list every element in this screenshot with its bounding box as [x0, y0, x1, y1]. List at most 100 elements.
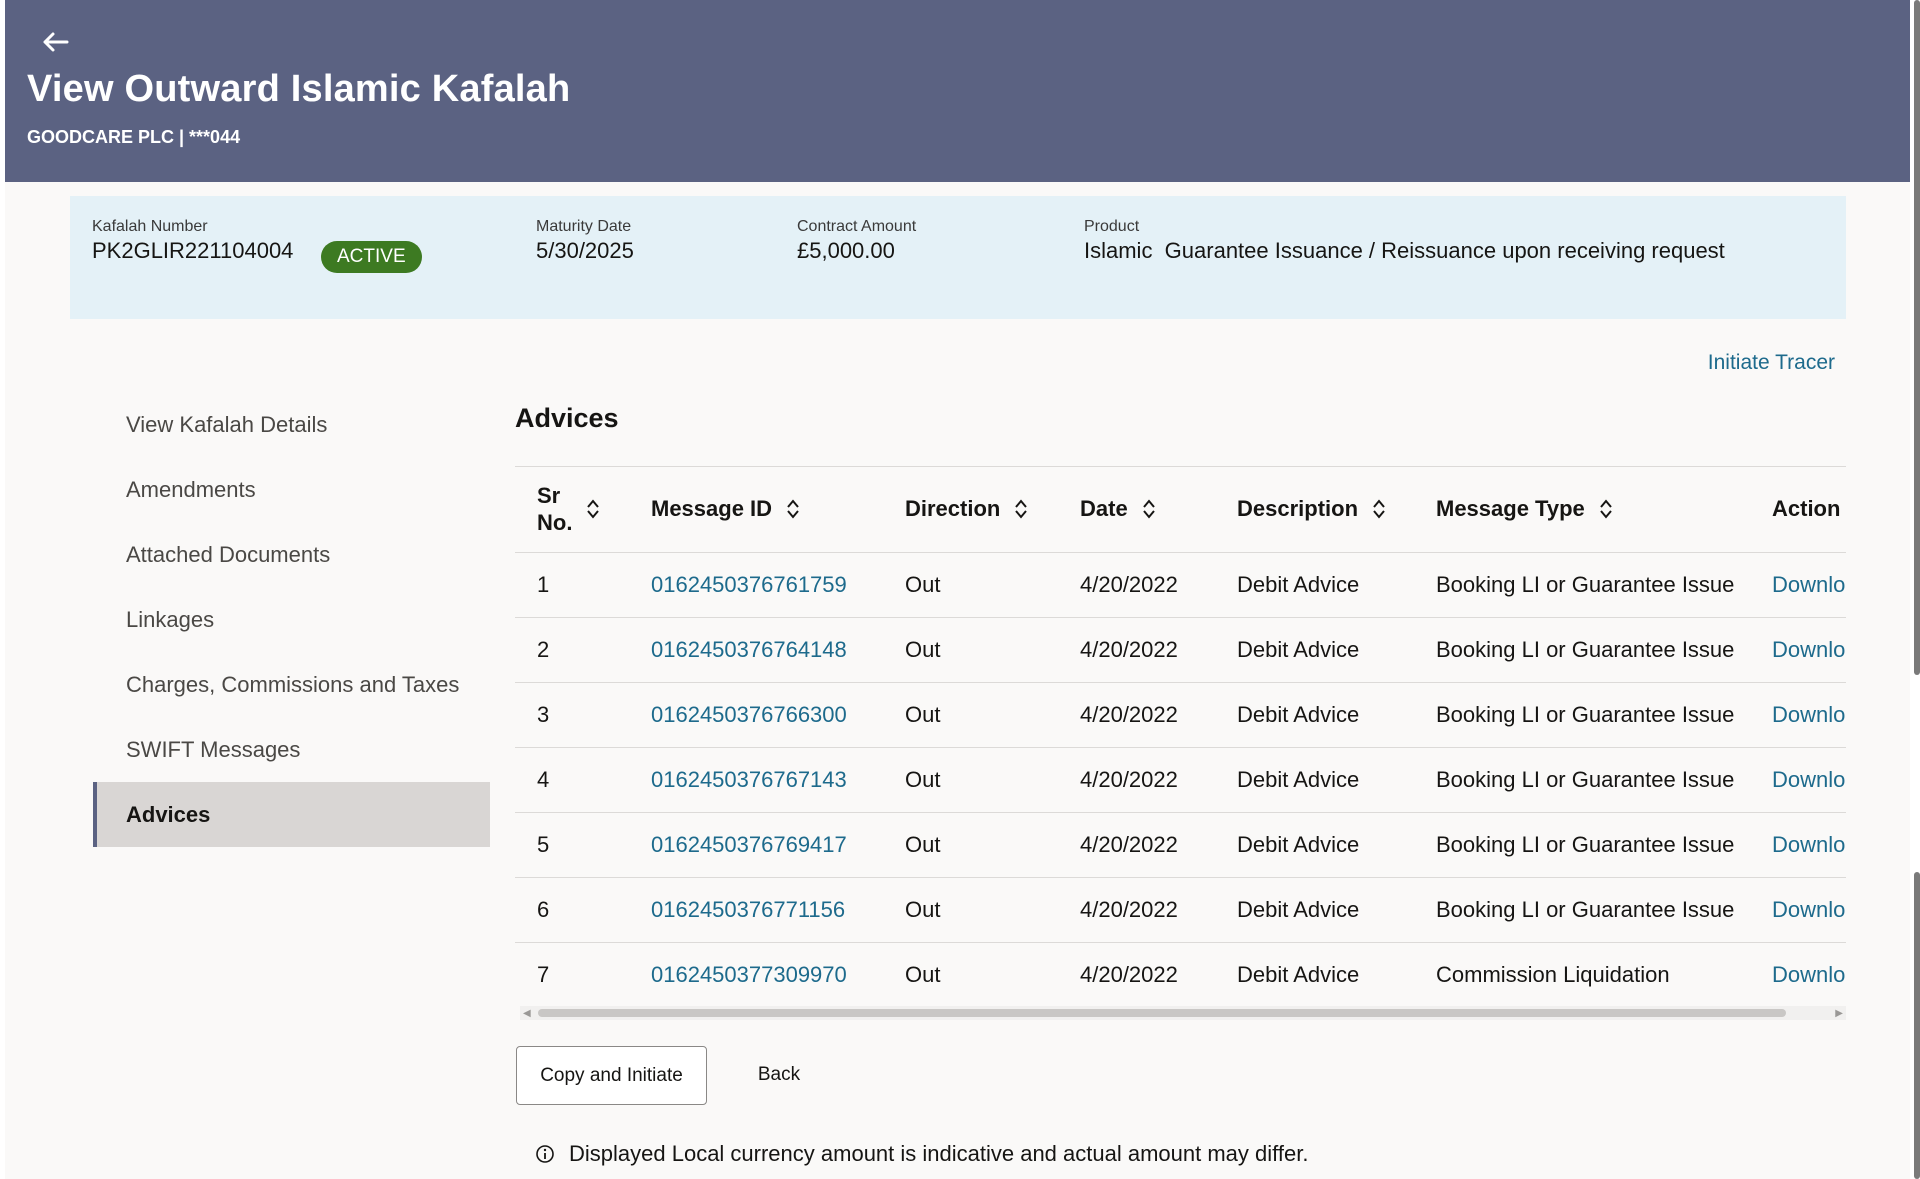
description-cell: Debit Advice [1215, 681, 1414, 747]
col-direction-label: Direction [905, 496, 1001, 522]
message-type-cell: Commission Liquidation [1414, 941, 1750, 1007]
vertical-scrollbar-thumb[interactable] [1914, 0, 1920, 675]
direction-cell: Out [883, 616, 1058, 682]
vertical-scrollbar-thumb-lower[interactable] [1914, 872, 1920, 1179]
message-id-link[interactable]: 0162450376761759 [629, 551, 883, 617]
direction-cell: Out [883, 941, 1058, 1007]
col-sr-no: Sr No. [515, 467, 629, 552]
col-date-label: Date [1080, 496, 1128, 522]
maturity-date-label: Maturity Date [536, 218, 632, 235]
message-id-link[interactable]: 0162450376766300 [629, 681, 883, 747]
date-cell: 4/20/2022 [1058, 941, 1215, 1007]
message-type-cell: Booking LI or Guarantee Issue [1414, 746, 1750, 812]
sort-icon[interactable] [1599, 498, 1613, 520]
message-id-link[interactable]: 0162450376769417 [629, 811, 883, 877]
message-id-link[interactable]: 0162450376771156 [629, 876, 883, 942]
col-description-label: Description [1237, 496, 1359, 522]
sidebar-item-advices[interactable]: Advices [93, 782, 490, 847]
col-message-type: Message Type [1414, 467, 1750, 552]
advices-table: Sr No. Message ID Direction Date Descrip… [515, 466, 1846, 1018]
sidebar-item-amendments[interactable]: Amendments [93, 457, 490, 522]
contract-amount-label: Contract Amount [797, 218, 917, 235]
initiate-tracer-link[interactable]: Initiate Tracer [1708, 351, 1835, 375]
date-cell: 4/20/2022 [1058, 551, 1215, 617]
message-id-link[interactable]: 0162450376764148 [629, 616, 883, 682]
sidebar-item-swift-messages[interactable]: SWIFT Messages [93, 717, 490, 782]
scroll-left-icon[interactable]: ◀ [523, 1008, 531, 1019]
description-cell: Debit Advice [1215, 551, 1414, 617]
download-link[interactable]: Download [1750, 811, 1846, 877]
col-message-type-label: Message Type [1436, 496, 1585, 522]
table-row: 1 0162450376761759 Out 4/20/2022 Debit A… [515, 551, 1846, 617]
scrollbar-thumb[interactable] [538, 1009, 1786, 1017]
copy-and-initiate-button[interactable]: Copy and Initiate [516, 1046, 707, 1105]
col-sr-no-label-2: No. [537, 510, 573, 536]
date-cell: 4/20/2022 [1058, 876, 1215, 942]
scroll-right-icon[interactable]: ▶ [1835, 1008, 1843, 1019]
message-type-cell: Booking LI or Guarantee Issue [1414, 616, 1750, 682]
table-row: 3 0162450376766300 Out 4/20/2022 Debit A… [515, 681, 1846, 747]
message-id-link[interactable]: 0162450377309970 [629, 941, 883, 1007]
direction-cell: Out [883, 551, 1058, 617]
sidebar-item-view-kafalah-details[interactable]: View Kafalah Details [93, 392, 490, 457]
download-link[interactable]: Download [1750, 681, 1846, 747]
date-cell: 4/20/2022 [1058, 681, 1215, 747]
message-type-cell: Booking LI or Guarantee Issue [1414, 551, 1750, 617]
message-type-cell: Booking LI or Guarantee Issue [1414, 681, 1750, 747]
sidebar-item-attached-documents[interactable]: Attached Documents [93, 522, 490, 587]
date-cell: 4/20/2022 [1058, 616, 1215, 682]
direction-cell: Out [883, 811, 1058, 877]
page-header: View Outward Islamic Kafalah GOODCARE PL… [5, 0, 1910, 182]
download-link[interactable]: Download [1750, 551, 1846, 617]
info-icon [536, 1145, 554, 1163]
download-link[interactable]: Download [1750, 941, 1846, 1007]
sort-icon[interactable] [1014, 498, 1028, 520]
description-cell: Debit Advice [1215, 616, 1414, 682]
sort-icon[interactable] [586, 498, 600, 520]
col-message-id: Message ID [629, 467, 883, 552]
sort-icon[interactable] [1142, 498, 1156, 520]
message-type-cell: Booking LI or Guarantee Issue [1414, 876, 1750, 942]
page: View Outward Islamic Kafalah GOODCARE PL… [5, 0, 1910, 1179]
sr-no-cell: 1 [515, 551, 629, 617]
kafalah-number-label: Kafalah Number [92, 218, 208, 235]
message-id-link[interactable]: 0162450376767143 [629, 746, 883, 812]
table-row: 2 0162450376764148 Out 4/20/2022 Debit A… [515, 616, 1846, 682]
download-link[interactable]: Download [1750, 616, 1846, 682]
horizontal-scrollbar[interactable]: ◀ ▶ [520, 1006, 1846, 1020]
description-cell: Debit Advice [1215, 746, 1414, 812]
page-subtitle: GOODCARE PLC | ***044 [27, 127, 241, 147]
direction-cell: Out [883, 681, 1058, 747]
side-nav: View Kafalah Details Amendments Attached… [93, 392, 490, 847]
table-row: 4 0162450376767143 Out 4/20/2022 Debit A… [515, 746, 1846, 812]
status-badge: ACTIVE [321, 241, 422, 273]
sidebar-item-linkages[interactable]: Linkages [93, 587, 490, 652]
date-cell: 4/20/2022 [1058, 811, 1215, 877]
sr-no-cell: 5 [515, 811, 629, 877]
message-type-cell: Booking LI or Guarantee Issue [1414, 811, 1750, 877]
col-message-id-label: Message ID [651, 496, 773, 522]
sort-icon[interactable] [786, 498, 800, 520]
description-cell: Debit Advice [1215, 876, 1414, 942]
sidebar-item-charges[interactable]: Charges, Commissions and Taxes [93, 652, 490, 717]
kafalah-number: PK2GLIR221104004 [92, 238, 294, 263]
disclaimer-note: Displayed Local currency amount is indic… [535, 1141, 1308, 1167]
table-row: 7 0162450377309970 Out 4/20/2022 Debit A… [515, 941, 1846, 1007]
section-title: Advices [515, 403, 619, 433]
back-button[interactable]: Back [741, 1046, 817, 1105]
page-title: View Outward Islamic Kafalah [27, 68, 571, 110]
download-link[interactable]: Download [1750, 876, 1846, 942]
back-arrow-icon[interactable] [37, 26, 73, 58]
table-header-row: Sr No. Message ID Direction Date Descrip… [515, 467, 1846, 552]
date-cell: 4/20/2022 [1058, 746, 1215, 812]
disclaimer-text: Displayed Local currency amount is indic… [569, 1141, 1309, 1166]
direction-cell: Out [883, 876, 1058, 942]
sr-no-cell: 6 [515, 876, 629, 942]
product: Islamic Guarantee Issuance / Reissuance … [1084, 238, 1725, 263]
description-cell: Debit Advice [1215, 941, 1414, 1007]
col-description: Description [1215, 467, 1414, 552]
sort-icon[interactable] [1372, 498, 1386, 520]
col-sr-no-label: Sr [537, 483, 561, 509]
download-link[interactable]: Download [1750, 746, 1846, 812]
table-row: 5 0162450376769417 Out 4/20/2022 Debit A… [515, 811, 1846, 877]
